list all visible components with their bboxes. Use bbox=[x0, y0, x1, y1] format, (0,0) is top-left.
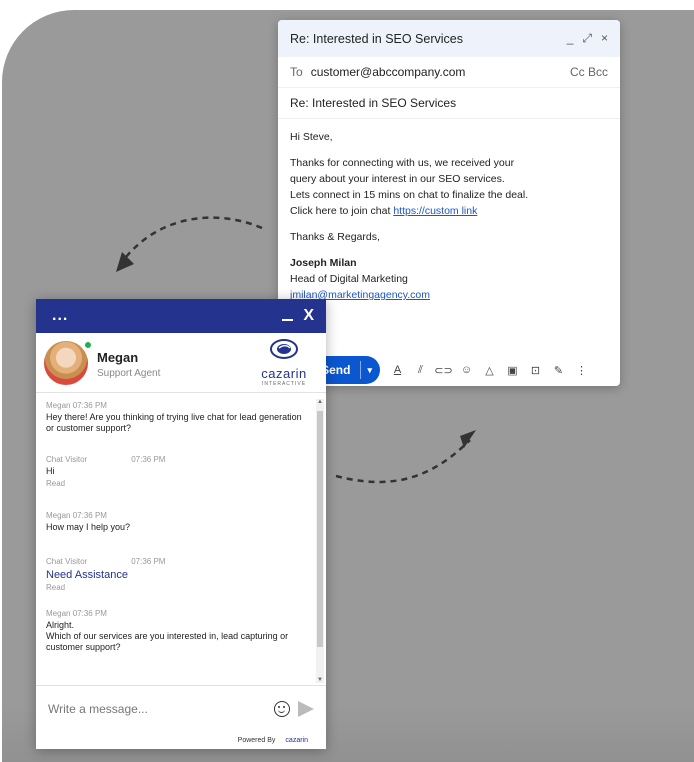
pen-icon[interactable]: ✎ bbox=[551, 363, 566, 378]
subject-field-row[interactable]: Re: Interested in SEO Services bbox=[278, 88, 620, 119]
cc-bcc-link[interactable]: Cc Bcc bbox=[570, 65, 608, 79]
email-greeting: Hi Steve, bbox=[290, 131, 333, 143]
online-status-dot bbox=[84, 341, 92, 349]
signature-name: Joseph Milan bbox=[290, 257, 357, 269]
read-receipt: Read bbox=[46, 583, 66, 592]
email-body-line: Lets connect in 15 mins on chat to final… bbox=[290, 189, 529, 201]
emoji-icon[interactable] bbox=[274, 700, 290, 717]
email-body-line: Thanks for connecting with us, we receiv… bbox=[290, 157, 515, 169]
scroll-up-icon[interactable]: ▲ bbox=[317, 399, 323, 405]
to-field[interactable]: customer@abccompany.com bbox=[311, 65, 570, 79]
chat-widget: ... X Megan Support Agent cazarin INTERA… bbox=[36, 299, 326, 749]
chat-messages[interactable]: Megan 07:36 PM Hey there! Are you thinki… bbox=[36, 393, 326, 685]
chat-message: Chat Visitor 07:36 PM Hi Read bbox=[46, 455, 308, 488]
email-toolbar: Send ▾ A ⫽ ⊂⊃ ☺ △ ▣ ⊡ ✎ ⋮ bbox=[278, 356, 620, 384]
message-text: Hey there! Are you thinking of trying li… bbox=[46, 412, 302, 433]
message-text: How may I help you? bbox=[46, 522, 131, 532]
email-header: Re: Interested in SEO Services _ ⤢ × bbox=[278, 20, 620, 57]
message-meta: Megan 07:36 PM bbox=[46, 511, 107, 520]
scroll-down-icon[interactable]: ▼ bbox=[317, 677, 323, 683]
emoji-icon[interactable]: ☺ bbox=[459, 363, 474, 378]
expand-icon[interactable]: ⤢ bbox=[582, 31, 592, 46]
email-header-title: Re: Interested in SEO Services bbox=[290, 31, 463, 46]
chat-message: Megan 07:36 PM Alright. Which of our ser… bbox=[46, 609, 308, 653]
brand-logo: cazarin INTERACTIVE bbox=[254, 339, 314, 389]
agent-avatar bbox=[44, 341, 88, 385]
email-closing: Thanks & Regards, bbox=[290, 231, 380, 243]
powered-by-label: Powered By bbox=[237, 736, 276, 744]
chat-window-controls: X bbox=[282, 307, 314, 325]
message-meta: Chat Visitor 07:36 PM bbox=[46, 455, 166, 464]
read-receipt: Read bbox=[46, 479, 66, 488]
message-meta: Chat Visitor 07:36 PM bbox=[46, 557, 166, 566]
attach-icon[interactable]: ⫽ bbox=[413, 363, 428, 378]
email-signature: Joseph Milan Head of Digital Marketing j… bbox=[290, 255, 608, 303]
to-label: To bbox=[290, 65, 303, 79]
scrollbar-thumb[interactable] bbox=[317, 411, 323, 647]
close-icon[interactable]: × bbox=[601, 31, 608, 46]
subject-field[interactable]: Re: Interested in SEO Services bbox=[290, 96, 456, 110]
email-compose-window: Re: Interested in SEO Services _ ⤢ × To … bbox=[278, 20, 620, 386]
chat-message: Megan 07:36 PM Hey there! Are you thinki… bbox=[46, 401, 308, 434]
email-message: Thanks for connecting with us, we receiv… bbox=[290, 155, 608, 219]
message-text: Alright. Which of our services are you i… bbox=[46, 620, 289, 652]
chat-close-button[interactable]: X bbox=[303, 307, 314, 325]
more-options-icon[interactable]: ⋮ bbox=[574, 363, 589, 378]
message-input[interactable]: Write a message... bbox=[48, 702, 274, 716]
brand-logo-icon bbox=[270, 339, 298, 359]
agent-role: Support Agent bbox=[97, 368, 161, 379]
powered-by-footer: Powered By cazarin bbox=[36, 731, 326, 749]
send-options-icon[interactable]: ▾ bbox=[367, 365, 372, 376]
format-text-icon[interactable]: A bbox=[390, 363, 405, 378]
agent-name: Megan bbox=[97, 350, 139, 365]
send-split-divider bbox=[360, 361, 362, 379]
chat-title-bar: ... X bbox=[36, 299, 326, 333]
chat-message: Megan 07:36 PM How may I help you? bbox=[46, 511, 308, 533]
chat-message: Chat Visitor 07:36 PM Need Assistance Rea… bbox=[46, 557, 308, 592]
chat-scrollbar[interactable]: ▲ ▼ bbox=[316, 399, 324, 683]
brand-subtitle: INTERACTIVE bbox=[261, 381, 307, 387]
signature-title: Head of Digital Marketing bbox=[290, 273, 408, 285]
minimize-icon[interactable]: _ bbox=[567, 31, 574, 46]
brand-name: cazarin bbox=[261, 366, 307, 381]
drive-icon[interactable]: △ bbox=[482, 363, 497, 378]
photo-icon[interactable]: ▣ bbox=[505, 363, 520, 378]
email-body-line: query about your interest in our SEO ser… bbox=[290, 173, 505, 185]
agent-info: Megan Support Agent cazarin INTERACTIVE bbox=[36, 333, 326, 393]
message-meta: Megan 07:36 PM bbox=[46, 401, 107, 410]
chat-link[interactable]: https://custom link bbox=[393, 205, 477, 217]
lock-icon[interactable]: ⊡ bbox=[528, 363, 543, 378]
send-icon[interactable] bbox=[298, 700, 314, 717]
to-field-row[interactable]: To customer@abccompany.com Cc Bcc bbox=[278, 57, 620, 88]
chat-menu-button[interactable]: ... bbox=[52, 307, 68, 325]
email-body-line: Click here to join chat bbox=[290, 205, 391, 217]
email-window-controls: _ ⤢ × bbox=[567, 31, 608, 46]
email-body[interactable]: Hi Steve, Thanks for connecting with us,… bbox=[278, 119, 620, 303]
message-text: Need Assistance bbox=[46, 569, 128, 581]
format-toolbar: A ⫽ ⊂⊃ ☺ △ ▣ ⊡ ✎ ⋮ bbox=[390, 356, 589, 384]
message-meta: Megan 07:36 PM bbox=[46, 609, 107, 618]
message-text: Hi bbox=[46, 466, 55, 476]
link-icon[interactable]: ⊂⊃ bbox=[434, 363, 452, 378]
message-input-bar: Write a message... bbox=[36, 685, 326, 731]
powered-by-brand[interactable]: cazarin bbox=[285, 737, 308, 744]
chat-minimize-icon[interactable] bbox=[282, 319, 294, 321]
